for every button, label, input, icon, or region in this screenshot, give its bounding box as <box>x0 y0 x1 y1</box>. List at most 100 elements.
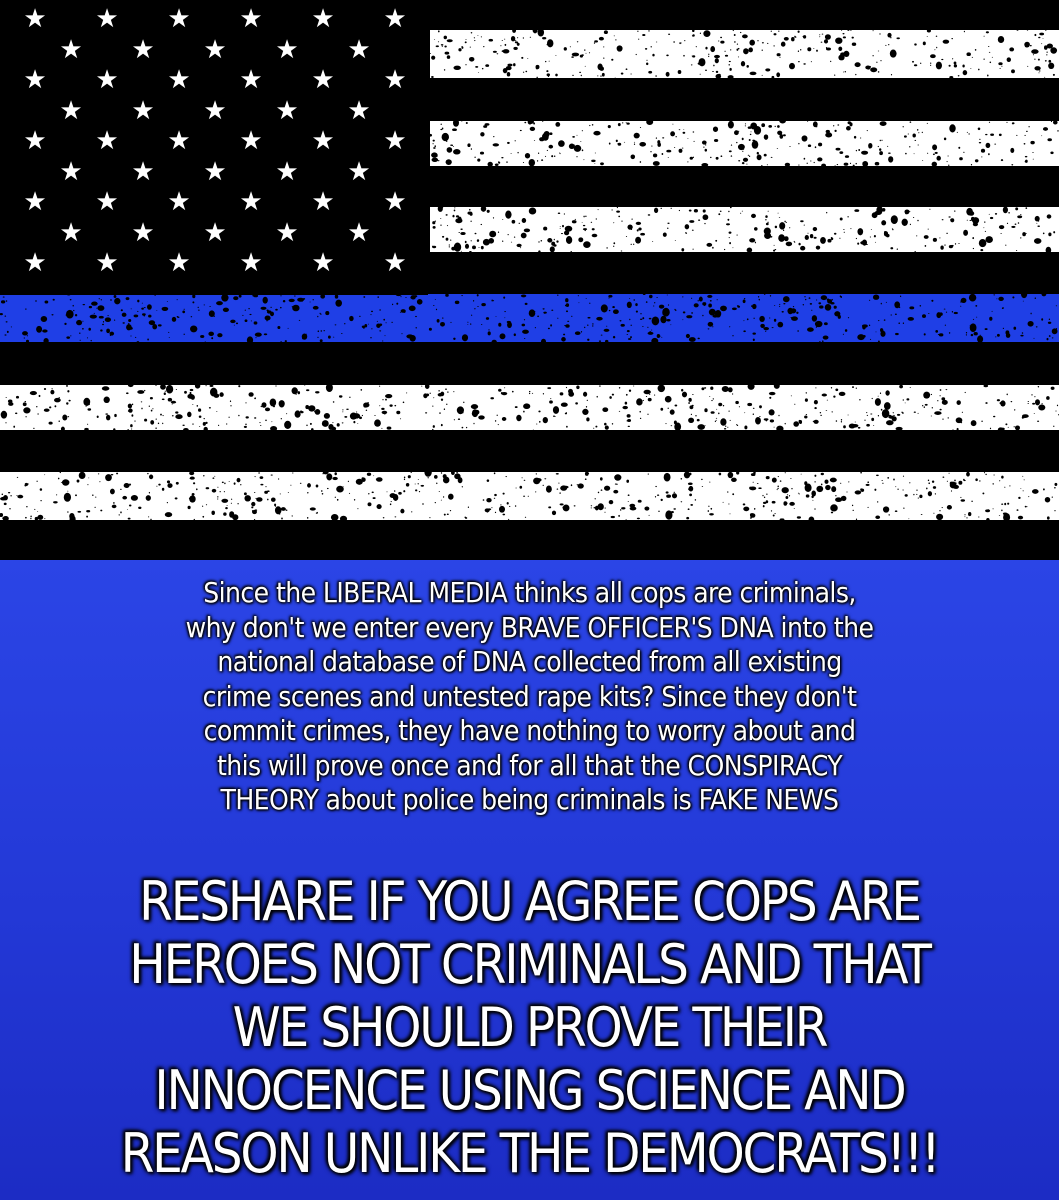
speckle <box>72 304 74 307</box>
speckle <box>464 240 467 244</box>
speckle <box>776 53 781 57</box>
speckle <box>1023 143 1026 145</box>
speckle <box>314 410 316 413</box>
speckle <box>109 331 115 336</box>
speckle <box>918 132 920 134</box>
speckle <box>992 483 994 485</box>
speckle <box>157 324 162 327</box>
speckle <box>652 153 658 158</box>
speckle <box>113 295 117 298</box>
speckle <box>1034 297 1036 299</box>
speckle <box>555 54 557 56</box>
speckle <box>840 52 846 57</box>
speckle <box>1042 127 1049 131</box>
speckle <box>523 410 525 413</box>
speckle <box>944 244 946 246</box>
speckle <box>82 303 86 306</box>
speckle <box>514 140 516 142</box>
speckle <box>94 496 97 498</box>
speckle <box>519 129 522 132</box>
speckle <box>336 423 340 427</box>
speckle <box>461 486 463 488</box>
speckle <box>958 480 963 485</box>
speckle <box>464 41 467 44</box>
speckle <box>626 333 629 335</box>
speckle <box>347 480 349 483</box>
speckle <box>246 336 254 345</box>
speckle <box>903 507 905 509</box>
speckle <box>516 414 522 422</box>
speckle <box>25 339 30 343</box>
speckle <box>949 124 956 133</box>
speckle <box>200 335 205 338</box>
speckle <box>769 231 771 234</box>
speckle <box>752 407 755 409</box>
speckle <box>996 333 1000 337</box>
speckle <box>1027 320 1034 327</box>
speckle <box>283 507 286 511</box>
speckle <box>510 241 513 243</box>
speckle <box>514 406 518 409</box>
speckle <box>701 387 705 391</box>
speckle <box>1053 120 1058 125</box>
speckle <box>694 499 697 501</box>
speckle <box>1048 232 1052 237</box>
speckle <box>983 227 985 229</box>
speckle <box>727 218 730 221</box>
speckle <box>633 141 636 143</box>
speckle <box>242 314 244 316</box>
speckle <box>805 494 810 498</box>
speckle <box>850 29 852 31</box>
speckle <box>710 46 716 53</box>
speckle <box>148 516 150 518</box>
speckle <box>888 514 890 516</box>
speckle <box>127 383 134 388</box>
speckle <box>885 390 890 396</box>
speckle <box>525 70 528 73</box>
speckle <box>381 410 388 415</box>
speckle <box>375 293 378 295</box>
speckle <box>307 483 311 488</box>
speckle <box>704 148 708 152</box>
speckle <box>574 218 576 220</box>
speckle <box>972 247 975 250</box>
speckle <box>926 36 928 37</box>
speckle <box>746 65 749 68</box>
speckle <box>500 45 502 47</box>
speckle <box>968 133 970 135</box>
speckle <box>245 402 247 404</box>
speckle <box>813 399 818 405</box>
speckle <box>758 298 760 301</box>
speckle <box>644 506 650 511</box>
speckle <box>902 126 904 128</box>
speckle <box>597 503 604 511</box>
speckle <box>859 399 861 401</box>
speckle <box>998 296 1004 301</box>
speckle <box>312 298 314 301</box>
speckle <box>67 490 69 492</box>
speckle <box>514 41 519 44</box>
speckle <box>743 320 745 322</box>
speckle <box>542 392 545 395</box>
speckle <box>648 70 653 74</box>
speckle <box>527 58 529 60</box>
speckle <box>653 305 655 307</box>
speckle <box>1045 246 1052 254</box>
speckle <box>744 425 748 430</box>
speckle <box>150 518 152 521</box>
speckle <box>842 33 845 35</box>
speckle <box>771 327 774 329</box>
speckle <box>106 328 110 334</box>
speckle <box>502 240 504 242</box>
speckle <box>651 316 660 326</box>
speckle <box>825 132 833 138</box>
speckle <box>88 327 91 331</box>
speckle <box>920 62 922 64</box>
speckle <box>1017 215 1023 219</box>
speckle <box>517 151 519 154</box>
speckle <box>774 249 777 251</box>
speckle <box>474 308 476 310</box>
speckle <box>1011 164 1014 166</box>
speckle <box>909 223 912 226</box>
speckle <box>284 340 287 343</box>
